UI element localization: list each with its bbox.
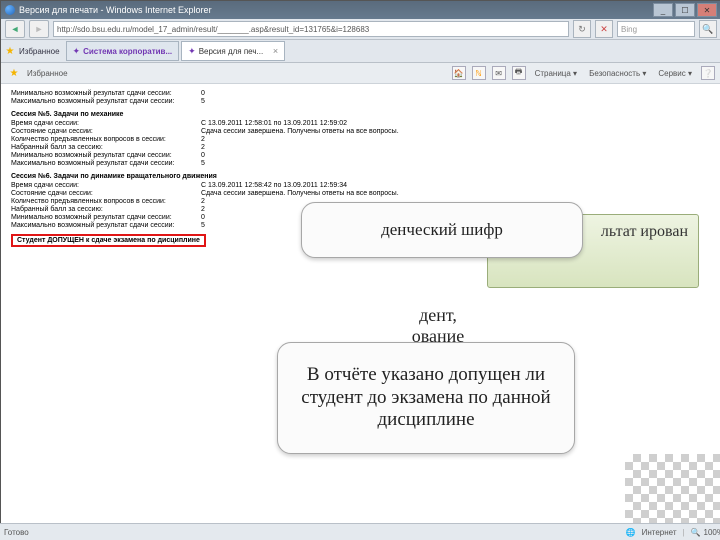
zoom-value: 100% xyxy=(704,528,720,537)
safety-menu[interactable]: Безопасность ▾ xyxy=(586,69,649,78)
title-bar: Версия для печати - Windows Internet Exp… xyxy=(1,1,720,19)
tab-close-icon[interactable]: × xyxy=(273,46,278,56)
zone-label: Интернет xyxy=(642,528,677,537)
callout-admission-explain: В отчёте указано допущен ли студент до э… xyxy=(277,342,575,454)
minimize-button[interactable]: _ xyxy=(653,3,673,17)
content-area: Минимально возможный результат сдачи сес… xyxy=(1,84,720,540)
tab-2-label: Версия для печ... xyxy=(199,47,264,56)
section-5-header: Сессия №5. Задачи по механике xyxy=(11,111,711,118)
callout-student-code: денческий шифр xyxy=(301,202,583,258)
status-bar: Готово 🌐 Интернет | 🔍 100% xyxy=(0,523,720,540)
stop-button[interactable]: ✕ xyxy=(595,20,613,38)
print-button[interactable]: 🖶 xyxy=(512,66,526,80)
max-result-label: Максимально возможный результат сдачи се… xyxy=(11,98,201,105)
tab-favicon-1: ✦ xyxy=(73,46,81,57)
page-menu[interactable]: Страница ▾ xyxy=(532,69,581,78)
ie-icon xyxy=(5,5,15,15)
url-input[interactable]: http://sdo.bsu.edu.ru/model_17_admin/res… xyxy=(53,21,569,37)
search-button[interactable]: 🔍 xyxy=(699,20,717,38)
zone-icon: 🌐 xyxy=(626,528,636,537)
forward-button[interactable]: ► xyxy=(29,20,49,38)
fav-button-label[interactable]: Избранное xyxy=(27,69,68,78)
browser-window: Версия для печати - Windows Internet Exp… xyxy=(0,0,720,538)
close-button[interactable]: ✕ xyxy=(697,3,717,17)
favorites-star-icon[interactable]: ★ xyxy=(3,44,17,58)
maximize-button[interactable]: ☐ xyxy=(675,3,695,17)
mail-button[interactable]: ✉ xyxy=(492,66,506,80)
refresh-button[interactable]: ↻ xyxy=(573,20,591,38)
favorites-label[interactable]: Избранное xyxy=(19,47,60,56)
tab-bar: ★ Избранное ✦ Система корпоратив... ✦ Ве… xyxy=(1,40,720,63)
fav-button-icon[interactable]: ★ xyxy=(7,66,21,80)
zoom-control[interactable]: 🔍 100% xyxy=(691,528,720,537)
admission-result-box: Студент ДОПУЩЕН к сдаче экзамена по дисц… xyxy=(11,234,206,247)
tab-2-active[interactable]: ✦ Версия для печ... × xyxy=(181,41,285,61)
tab-favicon-2: ✦ xyxy=(188,46,196,57)
rss-button[interactable]: ℕ xyxy=(472,66,486,80)
help-button[interactable]: ❔ xyxy=(701,66,715,80)
address-bar: ◄ ► http://sdo.bsu.edu.ru/model_17_admin… xyxy=(1,19,720,40)
tools-menu[interactable]: Сервис ▾ xyxy=(655,69,695,78)
min-result-value: 0 xyxy=(201,90,205,97)
status-text: Готово xyxy=(4,528,29,537)
back-button[interactable]: ◄ xyxy=(5,20,25,38)
command-toolbar: ★ Избранное 🏠 ℕ ✉ 🖶 Страница ▾ Безопасно… xyxy=(1,63,720,84)
min-result-label: Минимально возможный результат сдачи сес… xyxy=(11,90,201,97)
section-6-header: Сессия №6. Задачи по динамике вращательн… xyxy=(11,173,711,180)
window-controls: _ ☐ ✕ xyxy=(653,3,717,17)
home-button[interactable]: 🏠 xyxy=(452,66,466,80)
tab-1[interactable]: ✦ Система корпоратив... xyxy=(66,41,180,61)
max-result-value: 5 xyxy=(201,98,205,105)
tab-1-label: Система корпоратив... xyxy=(83,47,172,56)
zoom-icon: 🔍 xyxy=(691,528,701,537)
window-title: Версия для печати - Windows Internet Exp… xyxy=(19,5,212,15)
search-input[interactable]: Bing xyxy=(617,21,695,37)
